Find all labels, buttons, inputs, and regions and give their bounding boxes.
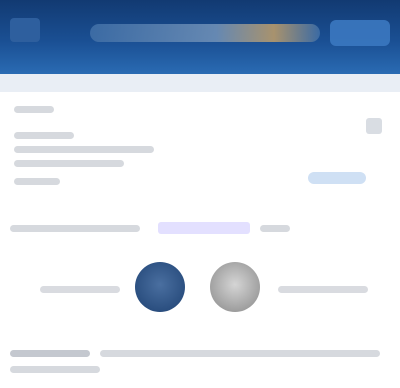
footer-text	[10, 344, 390, 384]
panel-heading	[14, 106, 54, 113]
link-row	[10, 222, 390, 236]
people-row	[0, 262, 400, 322]
avatar-icon[interactable]	[210, 262, 260, 312]
panel-row	[14, 146, 154, 153]
footer-line	[10, 366, 100, 373]
corner-icon[interactable]	[366, 118, 382, 134]
link-text	[10, 225, 140, 232]
header-title	[90, 24, 320, 42]
header-action-button[interactable]	[330, 20, 390, 46]
highlighted-link[interactable]	[158, 222, 250, 234]
avatar-icon[interactable]	[135, 262, 185, 312]
app-header	[0, 0, 400, 74]
panel-action-link[interactable]	[308, 172, 366, 184]
subheader-strip	[0, 74, 400, 92]
panel-row	[14, 132, 74, 139]
panel-row	[14, 178, 60, 185]
logo-icon[interactable]	[10, 18, 40, 42]
content-panel	[10, 96, 390, 200]
footer-heading	[10, 350, 90, 357]
panel-row	[14, 160, 124, 167]
left-person-name	[40, 286, 120, 293]
footer-line	[100, 350, 380, 357]
link-text-tail	[260, 225, 290, 232]
right-person-name	[278, 286, 368, 293]
